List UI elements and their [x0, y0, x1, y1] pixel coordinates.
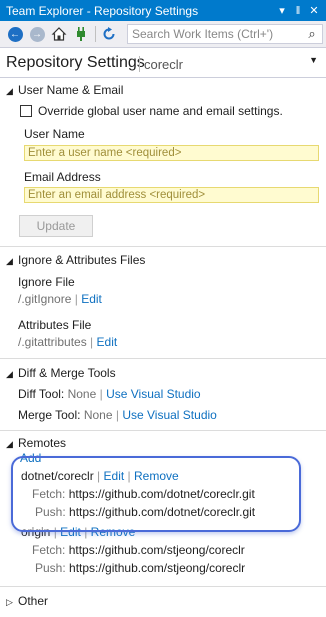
diff-tool-value: None	[67, 387, 97, 401]
page-header: Repository Settings coreclr ▼	[0, 48, 326, 78]
expanded-icon: ◢	[6, 256, 13, 266]
separator: |	[115, 408, 119, 422]
toolbar-separator	[95, 26, 96, 42]
highlight-ring	[11, 456, 301, 532]
attributes-file-label: Attributes File	[18, 318, 92, 332]
email-field[interactable]: Enter an email address <required>	[24, 187, 319, 203]
home-button[interactable]	[50, 25, 68, 43]
separator: |	[99, 387, 103, 401]
override-label: Override global user name and email sett…	[38, 104, 283, 118]
dropdown-icon[interactable]: ▾	[274, 4, 290, 17]
section-header-diff[interactable]: ◢ Diff & Merge Tools	[6, 366, 116, 380]
window-title: Team Explorer - Repository Settings	[6, 3, 199, 18]
attributes-file-row: /.gitattributes | Edit	[18, 335, 117, 349]
section-title: Remotes	[18, 436, 67, 450]
remote-fetch-row: Fetch: https://github.com/stjeong/corecl…	[32, 543, 245, 557]
diff-use-vs-link[interactable]: Use Visual Studio	[106, 387, 201, 401]
ignore-file-label: Ignore File	[18, 275, 75, 289]
push-url: https://github.com/stjeong/coreclr	[69, 561, 246, 575]
ignore-file-path: /.gitIgnore	[18, 292, 72, 306]
refresh-button[interactable]	[100, 25, 118, 43]
page-title: Repository Settings	[6, 54, 145, 71]
section-header-files[interactable]: ◢ Ignore & Attributes Files	[6, 253, 145, 267]
merge-use-vs-link[interactable]: Use Visual Studio	[122, 408, 217, 422]
edit-ignore-link[interactable]: Edit	[81, 292, 102, 306]
plug-icon	[77, 27, 85, 41]
section-header-remotes[interactable]: ◢ Remotes	[6, 436, 66, 450]
home-icon	[51, 27, 67, 41]
section-divider	[0, 586, 326, 587]
refresh-icon	[103, 27, 115, 40]
expanded-icon: ◢	[6, 369, 13, 379]
title-bar: Team Explorer - Repository Settings ▾ ‖ …	[0, 0, 326, 21]
separator: |	[90, 335, 94, 349]
search-placeholder: Search Work Items (Ctrl+')	[132, 27, 274, 41]
header-separator	[139, 56, 140, 72]
section-title: User Name & Email	[18, 83, 124, 97]
expanded-icon: ◢	[6, 439, 13, 449]
search-input[interactable]: Search Work Items (Ctrl+') ⌕	[127, 24, 323, 44]
search-icon[interactable]: ⌕	[302, 25, 322, 43]
email-label: Email Address	[24, 170, 101, 184]
section-divider	[0, 430, 326, 431]
user-name-field[interactable]: Enter a user name <required>	[24, 145, 319, 161]
ignore-file-row: /.gitIgnore | Edit	[18, 292, 102, 306]
forward-arrow-icon: →	[29, 26, 45, 42]
merge-tool-row: Merge Tool: None | Use Visual Studio	[18, 408, 217, 422]
collapsed-icon: ▷	[6, 597, 13, 607]
merge-tool-value: None	[83, 408, 113, 422]
section-title: Other	[18, 594, 49, 608]
back-arrow-icon: ←	[7, 26, 23, 42]
fetch-url: https://github.com/stjeong/coreclr	[68, 543, 245, 557]
toolbar: ← → Search Work Items (Ctrl+') ⌕	[0, 21, 326, 48]
pin-icon[interactable]: ‖	[290, 5, 306, 17]
page-menu-icon[interactable]: ▼	[309, 55, 318, 65]
edit-attributes-link[interactable]: Edit	[97, 335, 118, 349]
repository-name: coreclr	[144, 57, 184, 72]
section-title: Diff & Merge Tools	[18, 366, 116, 380]
close-icon[interactable]: ✕	[306, 4, 322, 17]
section-header-user[interactable]: ◢ User Name & Email	[6, 83, 123, 97]
attributes-file-path: /.gitattributes	[18, 335, 87, 349]
remote-push-row: Push: https://github.com/stjeong/coreclr	[35, 561, 245, 575]
update-button[interactable]: Update	[19, 215, 93, 237]
forward-button[interactable]: →	[28, 25, 46, 43]
merge-tool-label: Merge Tool:	[18, 408, 81, 422]
section-divider	[0, 246, 326, 247]
push-label: Push:	[35, 561, 66, 575]
section-header-other[interactable]: ▷ Other	[6, 594, 48, 608]
back-button[interactable]: ←	[6, 25, 24, 43]
user-name-label: User Name	[24, 127, 85, 141]
override-checkbox[interactable]	[20, 105, 32, 117]
section-divider	[0, 358, 326, 359]
connect-button[interactable]	[72, 25, 90, 43]
expanded-icon: ◢	[6, 86, 13, 96]
section-title: Ignore & Attributes Files	[18, 253, 146, 267]
diff-tool-row: Diff Tool: None | Use Visual Studio	[18, 387, 201, 401]
diff-tool-label: Diff Tool:	[18, 387, 65, 401]
separator: |	[74, 292, 78, 306]
fetch-label: Fetch:	[32, 543, 66, 557]
